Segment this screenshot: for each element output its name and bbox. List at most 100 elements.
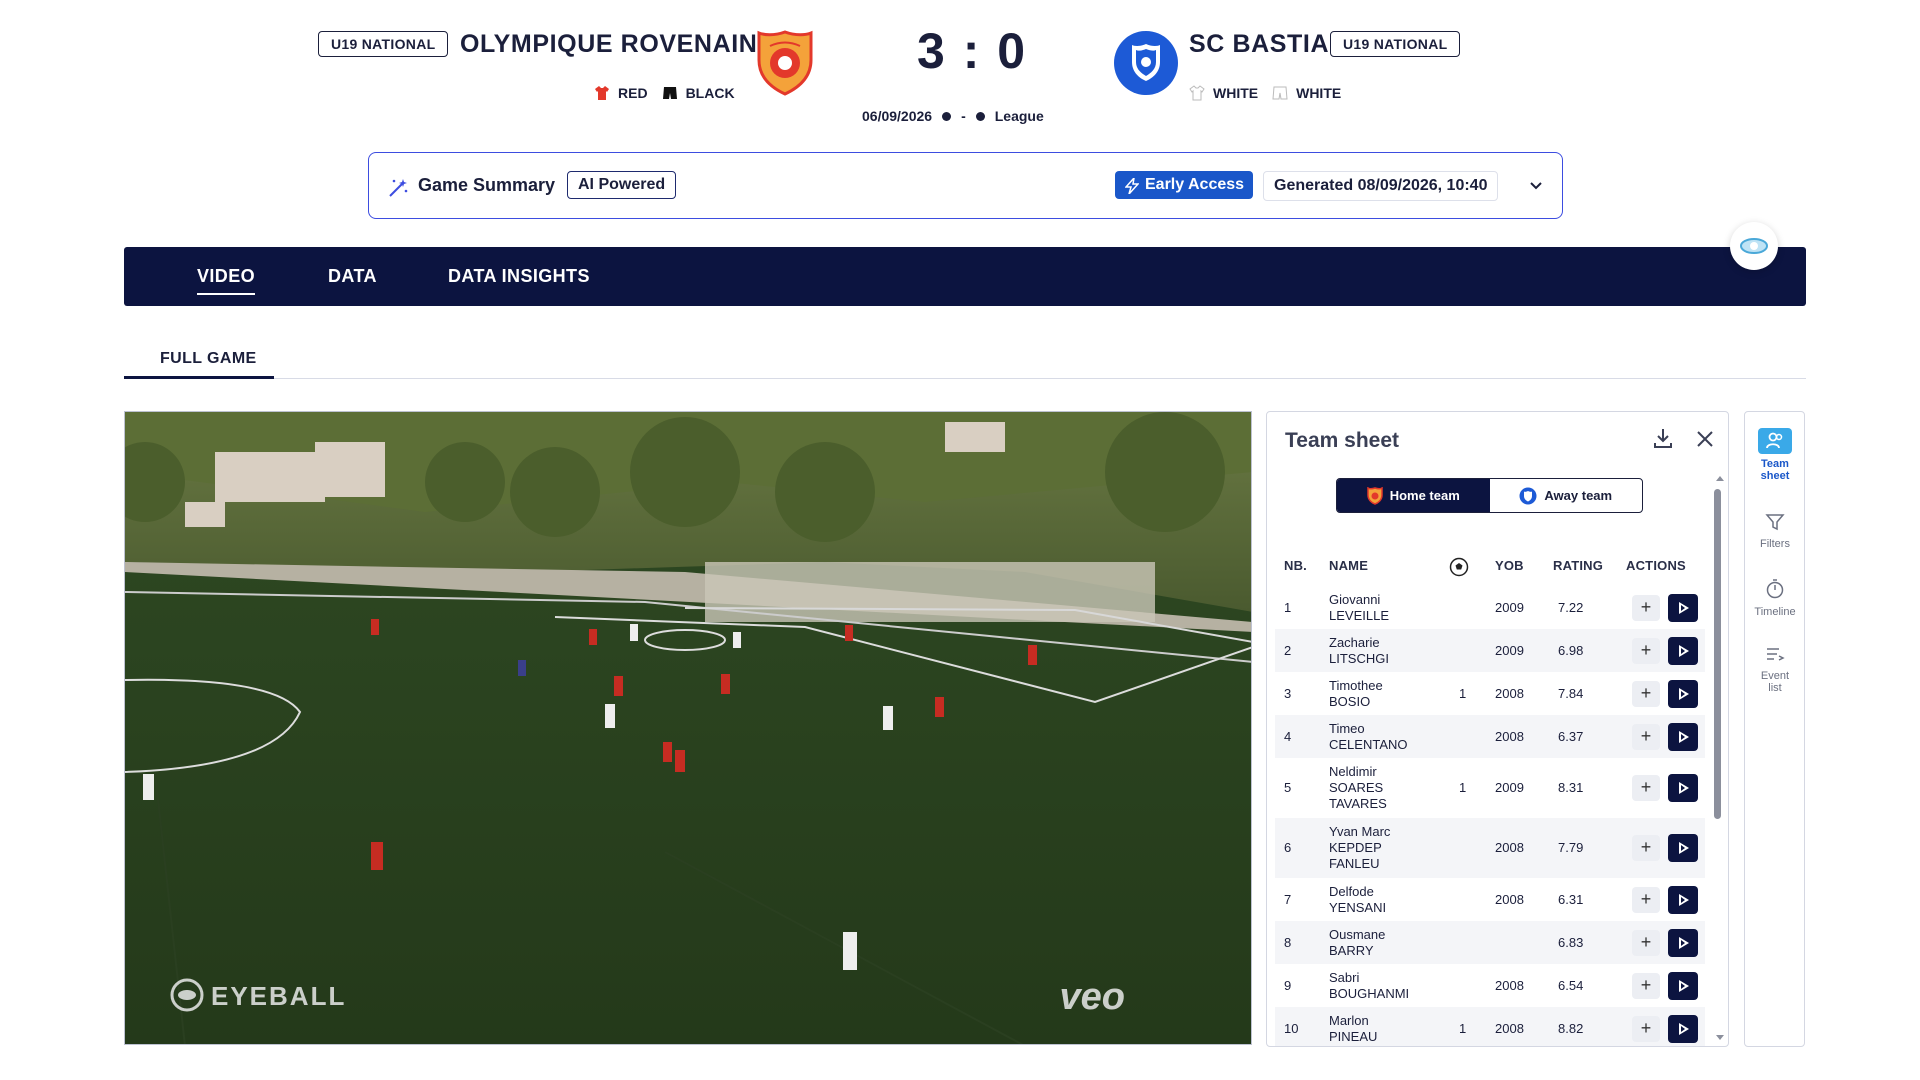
home-team-name[interactable]: OLYMPIQUE ROVENAIN [460, 30, 757, 59]
player-number: 2 [1284, 642, 1292, 658]
match-meta: 06/09/2026 - League [862, 108, 1044, 124]
player-first-name: Sabri [1329, 969, 1360, 985]
scroll-up-icon[interactable] [1715, 474, 1725, 482]
filter-icon [1765, 514, 1785, 531]
player-number: 9 [1284, 977, 1292, 993]
player-rating: 7.84 [1558, 685, 1584, 701]
play-clips-button[interactable] [1668, 971, 1698, 1000]
player-rating: 7.22 [1558, 599, 1584, 615]
home-team-tab[interactable]: Home team [1337, 479, 1490, 512]
shorts-icon [1272, 86, 1288, 100]
team-toggle[interactable]: Home team Away team [1336, 478, 1643, 513]
rail-filters[interactable]: Filters [1745, 512, 1805, 550]
home-crest-icon [1366, 486, 1383, 505]
table-row[interactable]: 6 Yvan Marc KEPDEP FANLEU 2008 7.79 + [1275, 818, 1705, 878]
team-sheet-panel: Team sheet Home team Away team NB. NAME … [1266, 411, 1729, 1047]
player-number: 4 [1284, 728, 1292, 744]
rail-event-list-label: Event list [1760, 670, 1790, 694]
home-shorts-color: BLACK [685, 85, 735, 101]
player-rating: 8.31 [1558, 780, 1584, 795]
tab-video[interactable]: VIDEO [197, 266, 256, 295]
add-player-button[interactable]: + [1632, 637, 1660, 664]
team-sheet-scrollbar[interactable] [1714, 489, 1721, 819]
player-first-name: Delfode [1329, 883, 1374, 899]
table-row[interactable]: 1 Giovanni LEVEILLE 2009 7.22 + [1275, 586, 1705, 629]
tab-data[interactable]: DATA [328, 266, 377, 287]
close-icon[interactable] [1696, 430, 1714, 448]
player-first-name: Yvan Marc [1329, 824, 1391, 839]
away-team-name[interactable]: SC BASTIA [1189, 30, 1329, 59]
player-number: 8 [1284, 934, 1292, 950]
player-goals: 1 [1459, 1020, 1467, 1036]
team-sheet-icon [1758, 428, 1792, 454]
early-access-badge: Early Access [1115, 171, 1254, 199]
add-player-button[interactable]: + [1632, 775, 1660, 801]
game-summary-bar[interactable]: Game Summary AI Powered Early Access Gen… [368, 152, 1563, 219]
add-player-button[interactable]: + [1632, 972, 1660, 999]
play-clips-button[interactable] [1668, 679, 1698, 708]
away-crest-icon [1519, 487, 1537, 504]
table-row[interactable]: 4 Timeo CELENTANO 2008 6.37 + [1275, 715, 1705, 758]
main-nav: VIDEO DATA DATA INSIGHTS [124, 247, 1806, 306]
col-actions: ACTIONS [1626, 558, 1686, 573]
player-first-name: Zacharie [1329, 634, 1380, 650]
table-row[interactable]: 2 Zacharie LITSCHGI 2009 6.98 + [1275, 629, 1705, 672]
table-row[interactable]: 5 Neldimir SOARES TAVARES 1 2009 8.31 + [1275, 758, 1705, 818]
away-team-tab[interactable]: Away team [1490, 479, 1643, 512]
add-player-button[interactable]: + [1632, 886, 1660, 913]
player-goals: 1 [1459, 685, 1467, 701]
eyeball-assistant-button[interactable] [1730, 222, 1778, 270]
add-player-button[interactable]: + [1632, 594, 1660, 621]
player-number: 6 [1284, 840, 1292, 855]
home-kit: RED BLACK [594, 85, 735, 101]
play-clips-button[interactable] [1668, 593, 1698, 622]
play-clips-button[interactable] [1668, 1014, 1698, 1043]
player-last-name: KEPDEP FANLEU [1329, 840, 1382, 871]
player-rating: 6.31 [1558, 891, 1584, 907]
rail-team-sheet-label: Team sheet [1760, 458, 1790, 482]
tab-data-insights[interactable]: DATA INSIGHTS [448, 266, 590, 287]
play-clips-button[interactable] [1668, 774, 1698, 802]
play-clips-button[interactable] [1668, 636, 1698, 665]
player-last-name: SOARES TAVARES [1329, 780, 1387, 811]
player-yob: 2008 [1495, 728, 1524, 744]
team-sheet-title: Team sheet [1285, 429, 1399, 452]
table-row[interactable]: 7 Delfode YENSANI 2008 6.31 + [1275, 878, 1705, 921]
generated-timestamp: Generated 08/09/2026, 10:40 [1263, 171, 1499, 201]
player-last-name: BARRY [1329, 942, 1374, 958]
play-clips-button[interactable] [1668, 834, 1698, 862]
add-player-button[interactable]: + [1632, 929, 1660, 956]
add-player-button[interactable]: + [1632, 1015, 1660, 1042]
player-first-name: Timeo [1329, 720, 1365, 736]
player-last-name: BOSIO [1329, 693, 1371, 709]
ai-powered-badge: AI Powered [567, 171, 677, 199]
competition-label: League [994, 108, 1044, 124]
table-row[interactable]: 9 Sabri BOUGHANMI 2008 6.54 + [1275, 964, 1705, 1007]
chevron-down-icon[interactable] [1529, 181, 1543, 191]
rail-team-sheet[interactable]: Team sheet [1745, 428, 1805, 482]
rail-filters-label: Filters [1760, 538, 1790, 550]
player-rating: 7.79 [1558, 840, 1584, 855]
player-first-name: Timothee [1329, 677, 1383, 693]
rail-event-list[interactable]: Event list [1745, 646, 1805, 694]
play-clips-button[interactable] [1668, 722, 1698, 751]
match-score: 3 : 0 [917, 23, 1028, 79]
away-shirt-color: WHITE [1213, 85, 1259, 101]
home-shirt-color: RED [618, 85, 648, 101]
video-player[interactable]: EYEBALL veo [124, 411, 1252, 1045]
col-yob: YOB [1495, 558, 1524, 573]
add-player-button[interactable]: + [1632, 723, 1660, 750]
download-icon[interactable] [1651, 426, 1675, 450]
rail-timeline[interactable]: Timeline [1745, 578, 1805, 618]
add-player-button[interactable]: + [1632, 835, 1660, 861]
away-crest-icon [1114, 31, 1178, 95]
play-clips-button[interactable] [1668, 885, 1698, 914]
subtab-full-game[interactable]: FULL GAME [160, 350, 257, 368]
table-row[interactable]: 3 Timothee BOSIO 1 2008 7.84 + [1275, 672, 1705, 715]
play-clips-button[interactable] [1668, 928, 1698, 957]
away-team-label: Away team [1544, 488, 1613, 503]
table-row[interactable]: 10 Marlon PINEAU 1 2008 8.82 + [1275, 1007, 1705, 1046]
add-player-button[interactable]: + [1632, 680, 1660, 707]
scroll-down-icon[interactable] [1715, 1034, 1725, 1042]
table-row[interactable]: 8 Ousmane BARRY 6.83 + [1275, 921, 1705, 964]
